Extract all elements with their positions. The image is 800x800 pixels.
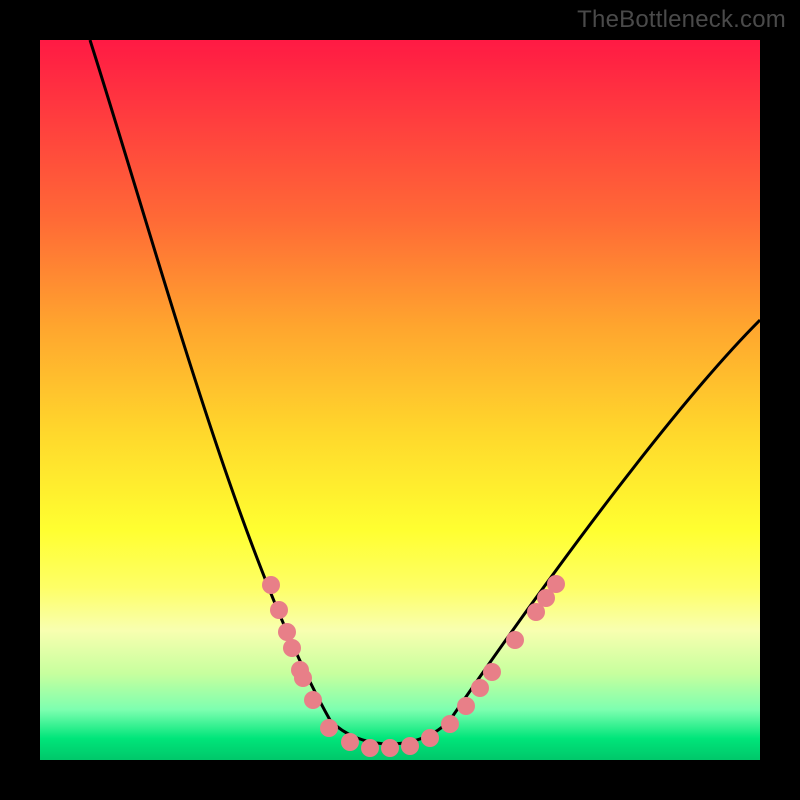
bottleneck-curve bbox=[90, 40, 760, 744]
data-marker bbox=[361, 739, 379, 757]
chart-svg bbox=[40, 40, 760, 760]
data-marker bbox=[506, 631, 524, 649]
data-marker bbox=[471, 679, 489, 697]
data-marker bbox=[457, 697, 475, 715]
data-marker bbox=[483, 663, 501, 681]
data-marker bbox=[294, 669, 312, 687]
watermark-text: TheBottleneck.com bbox=[577, 6, 786, 34]
data-marker bbox=[283, 639, 301, 657]
chart-frame: TheBottleneck.com bbox=[0, 0, 800, 800]
marker-group bbox=[262, 575, 565, 757]
data-marker bbox=[270, 601, 288, 619]
data-marker bbox=[278, 623, 296, 641]
data-marker bbox=[421, 729, 439, 747]
data-marker bbox=[401, 737, 419, 755]
data-marker bbox=[341, 733, 359, 751]
data-marker bbox=[304, 691, 322, 709]
data-marker bbox=[441, 715, 459, 733]
plot-area bbox=[40, 40, 760, 760]
data-marker bbox=[320, 719, 338, 737]
data-marker bbox=[547, 575, 565, 593]
data-marker bbox=[262, 576, 280, 594]
data-marker bbox=[381, 739, 399, 757]
